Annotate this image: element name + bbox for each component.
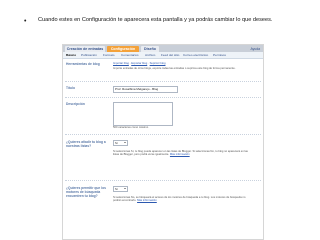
search-engines-help: Si seleccionas No, se bloqueará el acces… <box>113 196 253 203</box>
description-textarea[interactable] <box>113 102 173 126</box>
description-help: 500 caracteres como máximo <box>113 126 149 129</box>
title-label: Título <box>66 86 75 90</box>
search-engines-more-link[interactable]: Más información <box>137 199 157 202</box>
blog-tools-links: Importar blog · Exportar blog · Suprimir… <box>113 62 166 65</box>
description-label: Descripción <box>66 102 85 106</box>
search-engines-help-text: Si seleccionas No, se bloqueará el acces… <box>113 196 246 203</box>
delete-blog-link[interactable]: Suprimir blog <box>150 62 166 65</box>
add-to-listings-select[interactable]: Sí <box>113 140 128 146</box>
add-to-listings-help: Si seleccionas Sí, tu blog puede aparece… <box>113 150 253 157</box>
subnav-item-permissions[interactable]: Permisos <box>213 52 226 58</box>
divider <box>65 180 261 181</box>
subnav-item-comments[interactable]: Comentarios <box>121 52 139 58</box>
export-blog-link[interactable]: Exportar blog <box>131 62 147 65</box>
import-blog-link[interactable]: Importar blog <box>113 62 129 65</box>
top-tabs: Creación de entradas Configuración Diseñ… <box>63 45 263 52</box>
blog-tools-label: Herramientas de blog <box>66 62 100 66</box>
blog-tools-help: Importe entradas de otros blogs, exporte… <box>113 67 236 70</box>
settings-subnav: Básico Publicación Formato Comentarios A… <box>63 52 263 59</box>
search-engines-select[interactable]: Sí <box>113 186 128 192</box>
subnav-item-publishing[interactable]: Publicación <box>81 52 97 58</box>
search-engines-label: ¿Quieres permitir que los motores de bús… <box>66 186 106 198</box>
divider <box>65 134 261 135</box>
subnav-item-email[interactable]: Correo electrónico <box>183 52 208 58</box>
subnav-item-basic[interactable]: Básico <box>66 52 76 58</box>
subnav-item-archiving[interactable]: Archivo <box>145 52 155 58</box>
add-to-listings-more-link[interactable]: Más información <box>170 153 190 156</box>
instruction-caption: Cuando estes en Configuración te aparece… <box>38 17 273 23</box>
subnav-item-formatting[interactable]: Formato <box>103 52 115 58</box>
blogger-settings-screenshot: Creación de entradas Configuración Diseñ… <box>62 44 264 240</box>
bullet-icon: • <box>24 18 27 25</box>
add-to-listings-label: ¿Quieres añadir tu blog a nuestras lista… <box>66 140 106 148</box>
divider <box>65 81 261 82</box>
subnav-item-site-feed[interactable]: Feed del sitio <box>161 52 179 58</box>
divider <box>65 97 261 98</box>
title-input[interactable]: Prof. Rosalbina Melgarejo - Blog <box>113 86 178 93</box>
